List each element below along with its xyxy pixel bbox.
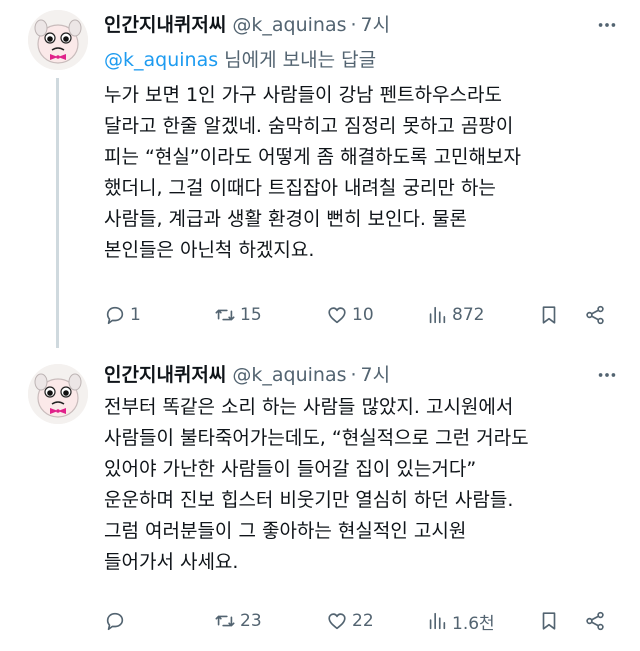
tweet-header: 인간지내퀴저씨 @k_aquinas · 7시 [104,12,390,38]
like-button[interactable]: 22 [326,606,374,636]
share-button[interactable] [584,300,606,330]
retweet-count: 23 [240,611,262,631]
tweet-text-line: 사람들, 계급과 생활 환경이 뻔히 보인다. 물론 [104,208,467,230]
share-icon [586,611,604,631]
tweet-text: 누가 보면 1인 가구 사람들이 강남 펜트하우스라도 달라고 한줄 알겠네. … [104,80,614,266]
action-bar: 23 22 1.6천 [104,606,616,636]
bookmark-icon [542,306,556,324]
reply-button[interactable]: 1 [104,300,141,330]
reply-count: 1 [130,305,141,325]
bookmark-button[interactable] [538,300,560,330]
separator-dot: · [350,364,357,386]
thread-connector-line [56,78,59,348]
avatar[interactable] [28,10,88,70]
bookmark-icon [542,612,556,630]
retweet-button[interactable]: 15 [214,300,262,330]
more-dots-icon[interactable] [596,14,618,36]
kirby-face-avatar-icon [28,10,88,70]
timestamp[interactable]: 7시 [361,14,391,36]
tweet-text-line: 그럼 여러분들이 그 좋아하는 현실적인 고시원 [104,520,467,542]
tweet-text-line: 본인들은 아닌척 하겠지요. [104,239,315,261]
like-count: 22 [352,611,374,631]
heart-icon [328,613,346,630]
replying-to: @k_aquinas 님에게 보내는 답글 [104,46,376,74]
retweet-button[interactable]: 23 [214,606,262,636]
tweet-text-line: 달라고 한줄 알겠네. 숨막히고 짐정리 못하고 곰팡이 [104,115,514,137]
tweet-text-line: 있어야 가난한 사람들이 들어갈 집이 있는거다” [104,458,477,480]
kirby-face-avatar-icon [28,364,88,424]
action-bar: 1 15 10 872 [104,300,616,330]
like-button[interactable]: 10 [326,300,374,330]
tweet-header: 인간지내퀴저씨 @k_aquinas · 7시 [104,362,390,388]
reply-button[interactable] [104,606,130,636]
separator-dot: · [350,14,357,36]
tweet-text-line: 누가 보면 1인 가구 사람들이 강남 펜트하우스라도 [104,84,502,106]
bar-chart-icon [429,612,446,630]
view-count: 872 [452,305,485,325]
tweet-text-line: 피는 “현실”이라도 어떻게 좀 해결하도록 고민해보자 [104,146,521,168]
tweet-text: 전부터 똑같은 소리 하는 사람들 많았지. 고시원에서 사람들이 불타죽어가는… [104,392,614,578]
views-button[interactable]: 872 [426,300,484,330]
speech-bubble-icon [106,612,124,631]
share-button[interactable] [584,606,606,636]
handle[interactable]: @k_aquinas [232,14,346,36]
tweet-text-line: 했더니, 그걸 이때다 트집잡아 내려칠 궁리만 하는 [104,177,496,199]
views-button[interactable]: 1.6천 [426,606,495,636]
view-count: 1.6천 [452,613,495,634]
tweet-text-line: 운운하며 진보 힙스터 비웃기만 열심히 하던 사람들. [104,489,514,511]
heart-icon [328,307,346,324]
avatar[interactable] [28,364,88,424]
tweet-2[interactable]: 인간지내퀴저씨 @k_aquinas · 7시 전부터 똑같은 소리 하는 사람들 많… [0,348,640,651]
display-name[interactable]: 인간지내퀴저씨 [104,14,226,36]
reply-mention-link[interactable]: @k_aquinas [104,49,218,71]
tweet-1[interactable]: 인간지내퀴저씨 @k_aquinas · 7시 @k_aquinas 님에게 보내는 … [0,0,640,348]
retweet-count: 15 [240,305,262,325]
speech-bubble-icon [106,306,124,325]
display-name[interactable]: 인간지내퀴저씨 [104,364,226,386]
retweet-icon [215,309,235,321]
bookmark-button[interactable] [538,606,560,636]
timestamp[interactable]: 7시 [361,364,391,386]
handle[interactable]: @k_aquinas [232,364,346,386]
more-dots-icon[interactable] [596,364,618,386]
reply-to-suffix: 님에게 보내는 답글 [224,49,377,71]
like-count: 10 [352,305,374,325]
bar-chart-icon [429,306,446,324]
tweet-text-line: 전부터 똑같은 소리 하는 사람들 많았지. 고시원에서 [104,396,514,418]
retweet-icon [215,615,235,627]
tweet-text-line: 사람들이 불타죽어가는데도, “현실적으로 그런 거라도 [104,427,529,449]
tweet-text-line: 들어가서 사세요. [104,551,239,573]
share-icon [586,305,604,325]
